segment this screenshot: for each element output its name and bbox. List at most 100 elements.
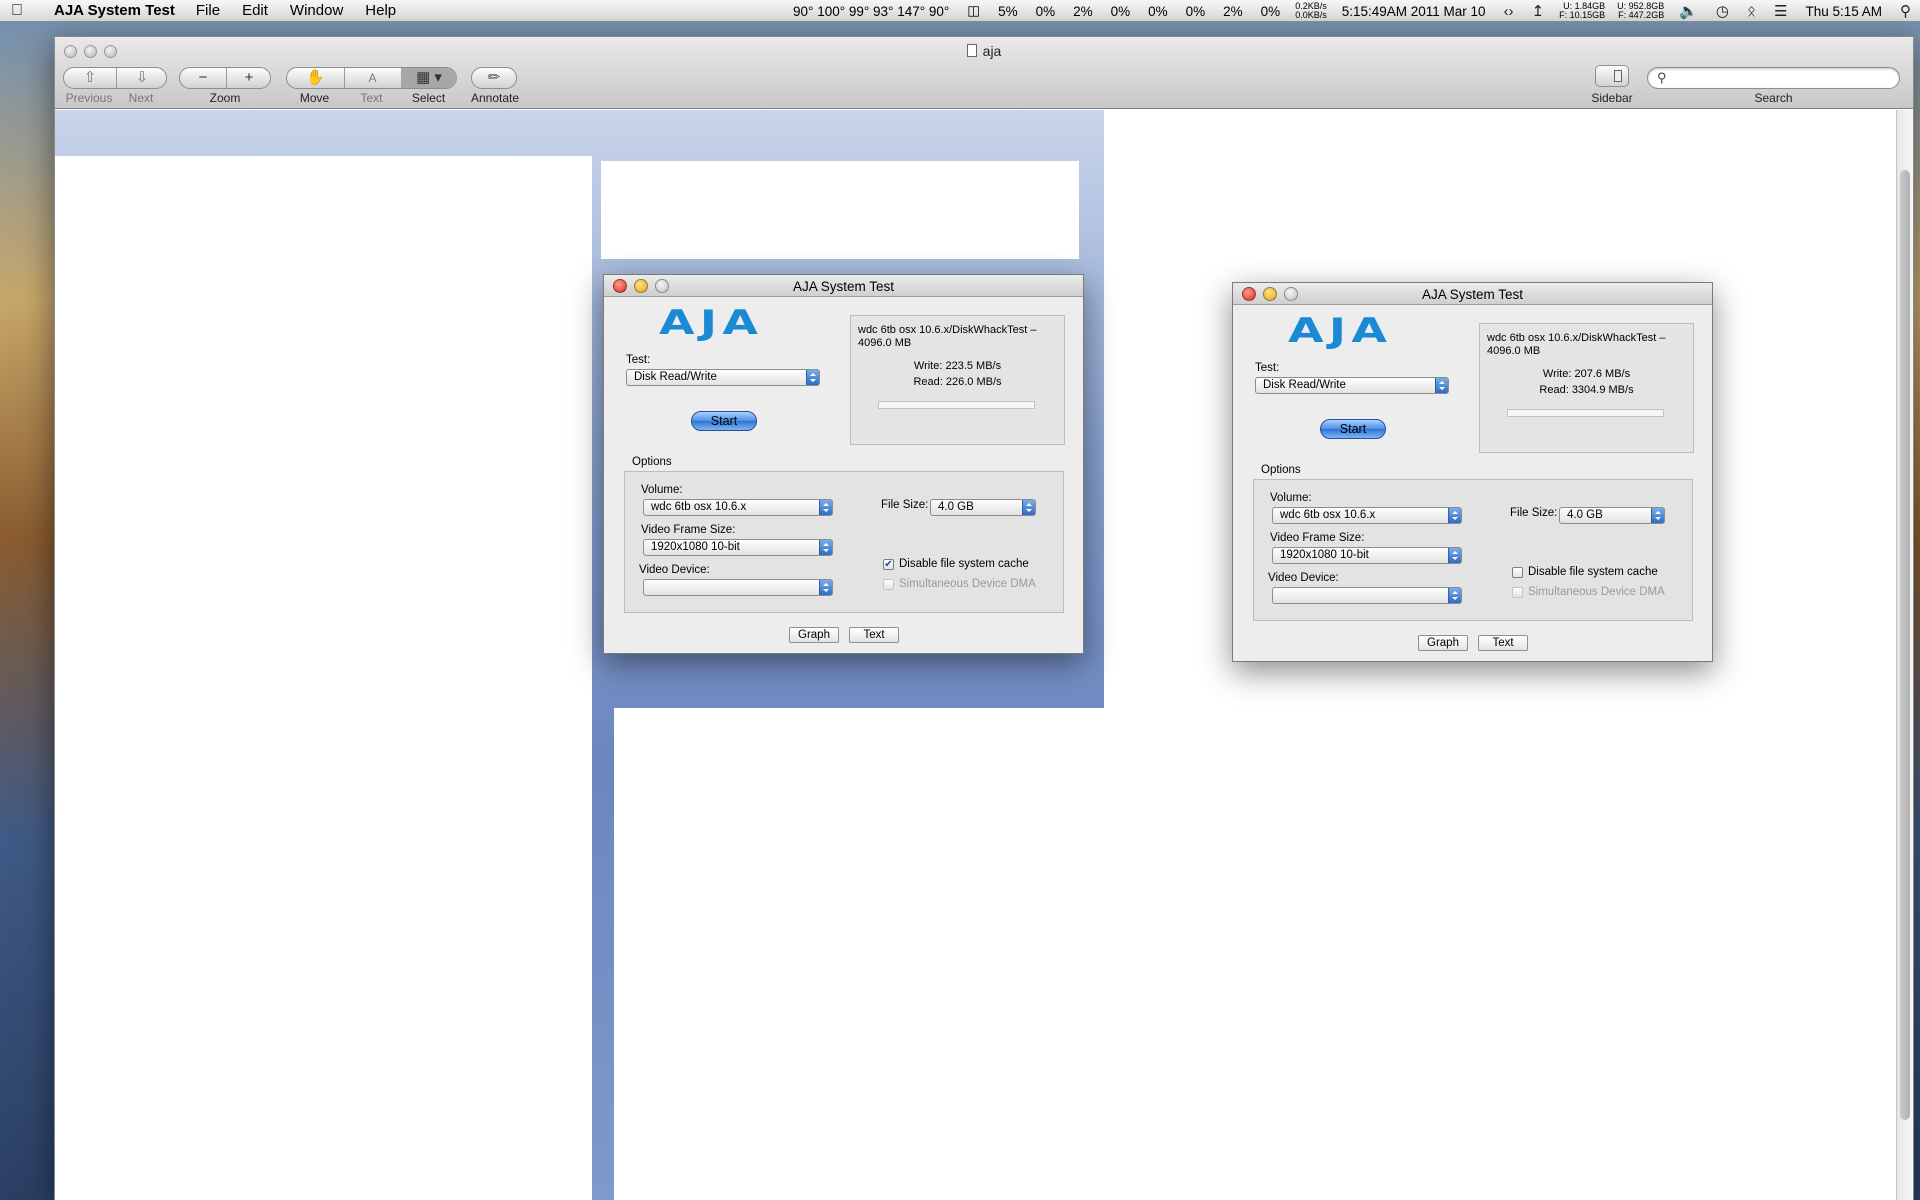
next-page-icon[interactable]: ⇩ [116, 68, 168, 88]
menu-file[interactable]: File [185, 2, 231, 19]
cpu-core-7[interactable]: 0% [1252, 4, 1290, 19]
text-tool-icon[interactable]: A [344, 68, 401, 88]
menu-bar:  AJA System Test File Edit Window Help … [0, 0, 1920, 22]
popup-arrows-icon [1435, 378, 1448, 393]
device-dma-checkbox [883, 579, 894, 590]
aja-window-right: AJA System Test AJA Test: Disk Read/Writ… [1232, 282, 1713, 662]
blank-region [601, 161, 1079, 259]
preview-toolbar: aja ⇧ ⇩ Previous Next − + Zoom ✋ A ▦ ▾ M… [55, 37, 1913, 109]
write-speed: Write: 223.5 MB/s [913, 360, 1002, 372]
volume-select-value: wdc 6tb osx 10.6.x [651, 501, 747, 513]
video-device-select[interactable] [1272, 587, 1462, 604]
volume-select[interactable]: wdc 6tb osx 10.6.x [1272, 507, 1462, 524]
bluetooth-icon[interactable]: ᛟ [1738, 3, 1765, 20]
file-size-select[interactable]: 4.0 GB [1559, 507, 1665, 524]
read-speed: Read: 3304.9 MB/s [1539, 384, 1634, 396]
graph-button[interactable]: Graph [789, 627, 839, 643]
search-icon: ⚲ [1657, 70, 1667, 85]
select-tool-icon[interactable]: ▦ ▾ [401, 68, 457, 88]
cpu-core-6[interactable]: 2% [1214, 4, 1252, 19]
annotate-button[interactable]: ✏ [471, 67, 517, 89]
volume-label: Volume: [641, 484, 683, 496]
cpu-core-5[interactable]: 0% [1177, 4, 1215, 19]
test-select[interactable]: Disk Read/Write [1255, 377, 1449, 394]
file-size-select[interactable]: 4.0 GB [930, 499, 1036, 516]
aja-window-left: AJA System Test AJA Test: Disk Read/Writ… [603, 274, 1084, 654]
text-button[interactable]: Text [849, 627, 899, 643]
file-size-label: File Size: [1510, 507, 1558, 519]
cpu-core-3[interactable]: 0% [1102, 4, 1140, 19]
blank-region [55, 156, 592, 1200]
disable-cache-checkbox[interactable] [1512, 567, 1523, 578]
menubar-clock[interactable]: Thu 5:15 AM [1796, 4, 1891, 19]
volume-icon[interactable]: 🔈 [1670, 2, 1707, 20]
cpu-core-0[interactable]: 5% [989, 4, 1027, 19]
volume-select[interactable]: wdc 6tb osx 10.6.x [643, 499, 833, 516]
menu-window[interactable]: Window [279, 2, 354, 19]
video-device-label: Video Device: [639, 564, 710, 576]
graph-button[interactable]: Graph [1418, 635, 1468, 651]
search-input[interactable]: ⚲ [1647, 67, 1900, 89]
move-hand-icon[interactable]: ✋ [287, 68, 344, 88]
activity-icon[interactable]: ↥ [1523, 2, 1554, 20]
time-machine-icon[interactable]: ◷ [1707, 2, 1738, 20]
next-label: Next [128, 91, 154, 105]
move-label: Move [299, 91, 330, 105]
cpu-core-1[interactable]: 0% [1027, 4, 1065, 19]
apple-menu-icon[interactable]:  [0, 2, 34, 20]
menu-edit[interactable]: Edit [231, 2, 279, 19]
test-select-value: Disk Read/Write [1263, 379, 1346, 391]
text-button[interactable]: Text [1478, 635, 1528, 651]
wifi-icon[interactable]: ☰ [1765, 2, 1796, 20]
cpu-core-4[interactable]: 0% [1139, 4, 1177, 19]
code-icon[interactable]: ‹› [1495, 3, 1523, 20]
video-device-select[interactable] [643, 579, 833, 596]
memory-meter[interactable]: U: 1.84GB F: 10.15GB [1553, 2, 1611, 20]
device-dma-label: Simultaneous Device DMA [899, 578, 1036, 590]
app-menu[interactable]: AJA System Test [34, 2, 185, 19]
scroll-thumb[interactable] [1900, 170, 1910, 1120]
menu-help[interactable]: Help [354, 2, 407, 19]
vertical-scrollbar[interactable] [1896, 110, 1913, 1200]
disable-cache-label: Disable file system cache [899, 558, 1029, 570]
menubar-clock-full[interactable]: 5:15:49AM 2011 Mar 10 [1333, 4, 1495, 19]
zoom-in-icon[interactable]: + [226, 68, 272, 88]
disk-meter[interactable]: U: 952.8GB F: 447.2GB [1611, 2, 1670, 20]
disk-free: F: 447.2GB [1618, 10, 1665, 20]
read-speed: Read: 226.0 MB/s [913, 376, 1002, 388]
popup-arrows-icon [1651, 508, 1664, 523]
frame-size-label: Video Frame Size: [641, 524, 736, 536]
frame-size-select[interactable]: 1920x1080 10-bit [643, 539, 833, 556]
cpu-icon[interactable]: ◫ [958, 3, 989, 19]
start-button[interactable]: Start [691, 411, 757, 431]
search-label: Search [1754, 91, 1793, 105]
write-speed: Write: 207.6 MB/s [1542, 368, 1631, 380]
test-select[interactable]: Disk Read/Write [626, 369, 820, 386]
zoom-out-icon[interactable]: − [180, 68, 226, 88]
temperature-readout[interactable]: 90° 100° 99° 93° 147° 90° [784, 4, 958, 19]
popup-arrows-icon [806, 370, 819, 385]
document-icon [966, 44, 977, 57]
popup-arrows-icon [819, 580, 832, 595]
frame-size-select[interactable]: 1920x1080 10-bit [1272, 547, 1462, 564]
tool-control: ✋ A ▦ ▾ [286, 67, 457, 89]
disable-cache-checkbox[interactable]: ✔ [883, 559, 894, 570]
popup-arrows-icon [1448, 508, 1461, 523]
annotate-pen-icon: ✏ [487, 69, 501, 86]
popup-arrows-icon [819, 500, 832, 515]
network-meter[interactable]: 0.2KB/s 0.0KB/s [1289, 2, 1333, 20]
spotlight-icon[interactable]: ⚲ [1891, 2, 1920, 20]
aja-titlebar: AJA System Test [1233, 283, 1712, 305]
annotate-label: Annotate [470, 91, 520, 105]
sidebar-icon [1614, 70, 1622, 82]
options-box: Volume: wdc 6tb osx 10.6.x Video Frame S… [1253, 479, 1693, 621]
window-title-text: aja [982, 43, 1002, 59]
previous-page-icon[interactable]: ⇧ [64, 68, 116, 88]
video-device-label: Video Device: [1268, 572, 1339, 584]
result-path: wdc 6tb osx 10.6.x/DiskWhackTest – 4096.… [1487, 332, 1666, 357]
start-button[interactable]: Start [1320, 419, 1386, 439]
cpu-core-2[interactable]: 2% [1064, 4, 1102, 19]
progress-bar [1507, 409, 1664, 417]
text-label: Text [360, 91, 383, 105]
sidebar-toggle-button[interactable] [1595, 65, 1629, 87]
